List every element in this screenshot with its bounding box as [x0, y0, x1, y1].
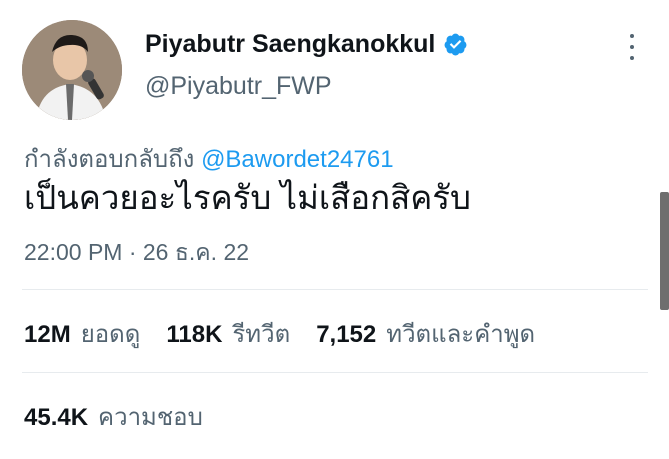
quotes-label: ทวีตและคำพูด — [386, 321, 536, 348]
reply-prefix: กำลังตอบกลับถึง — [24, 146, 195, 173]
retweets-stat[interactable]: 118K รีทวีต — [166, 314, 290, 353]
retweets-count: 118K — [166, 321, 223, 348]
verified-badge-icon — [443, 32, 468, 57]
reply-mention-link[interactable]: @Bawordet24761 — [201, 146, 394, 173]
scrollbar[interactable] — [660, 192, 669, 310]
quotes-count: 7,152 — [316, 321, 377, 348]
views-label: ยอดดู — [80, 321, 141, 348]
engagement-stats: 12M ยอดดู 118K รีทวีต 7,152 ทวีตและคำพูด — [24, 314, 535, 353]
likes-count: 45.4K — [24, 404, 89, 431]
likes-stat[interactable]: 45.4K ความชอบ — [24, 397, 203, 436]
views-count: 12M — [24, 321, 71, 348]
likes-label: ความชอบ — [98, 404, 203, 431]
profile-photo — [22, 20, 122, 120]
author-name-row[interactable]: Piyabutr Saengkanokkul — [145, 30, 468, 59]
avatar[interactable] — [22, 20, 122, 120]
retweets-label: รีทวีต — [232, 321, 291, 348]
divider — [22, 372, 648, 373]
author-display-name[interactable]: Piyabutr Saengkanokkul — [145, 30, 435, 59]
divider — [22, 289, 648, 290]
author-handle[interactable]: @Piyabutr_FWP — [145, 72, 332, 101]
more-vertical-icon[interactable] — [622, 34, 642, 60]
tweet-timestamp[interactable]: 22:00 PM · 26 ธ.ค. 22 — [24, 235, 249, 271]
quotes-stat[interactable]: 7,152 ทวีตและคำพูด — [316, 314, 535, 353]
views-stat[interactable]: 12M ยอดดู — [24, 314, 140, 353]
tweet-text: เป็นควยอะไรครับ ไม่เสือกสิครับ — [24, 179, 471, 216]
reply-context: กำลังตอบกลับถึง @Bawordet24761 — [24, 139, 394, 178]
